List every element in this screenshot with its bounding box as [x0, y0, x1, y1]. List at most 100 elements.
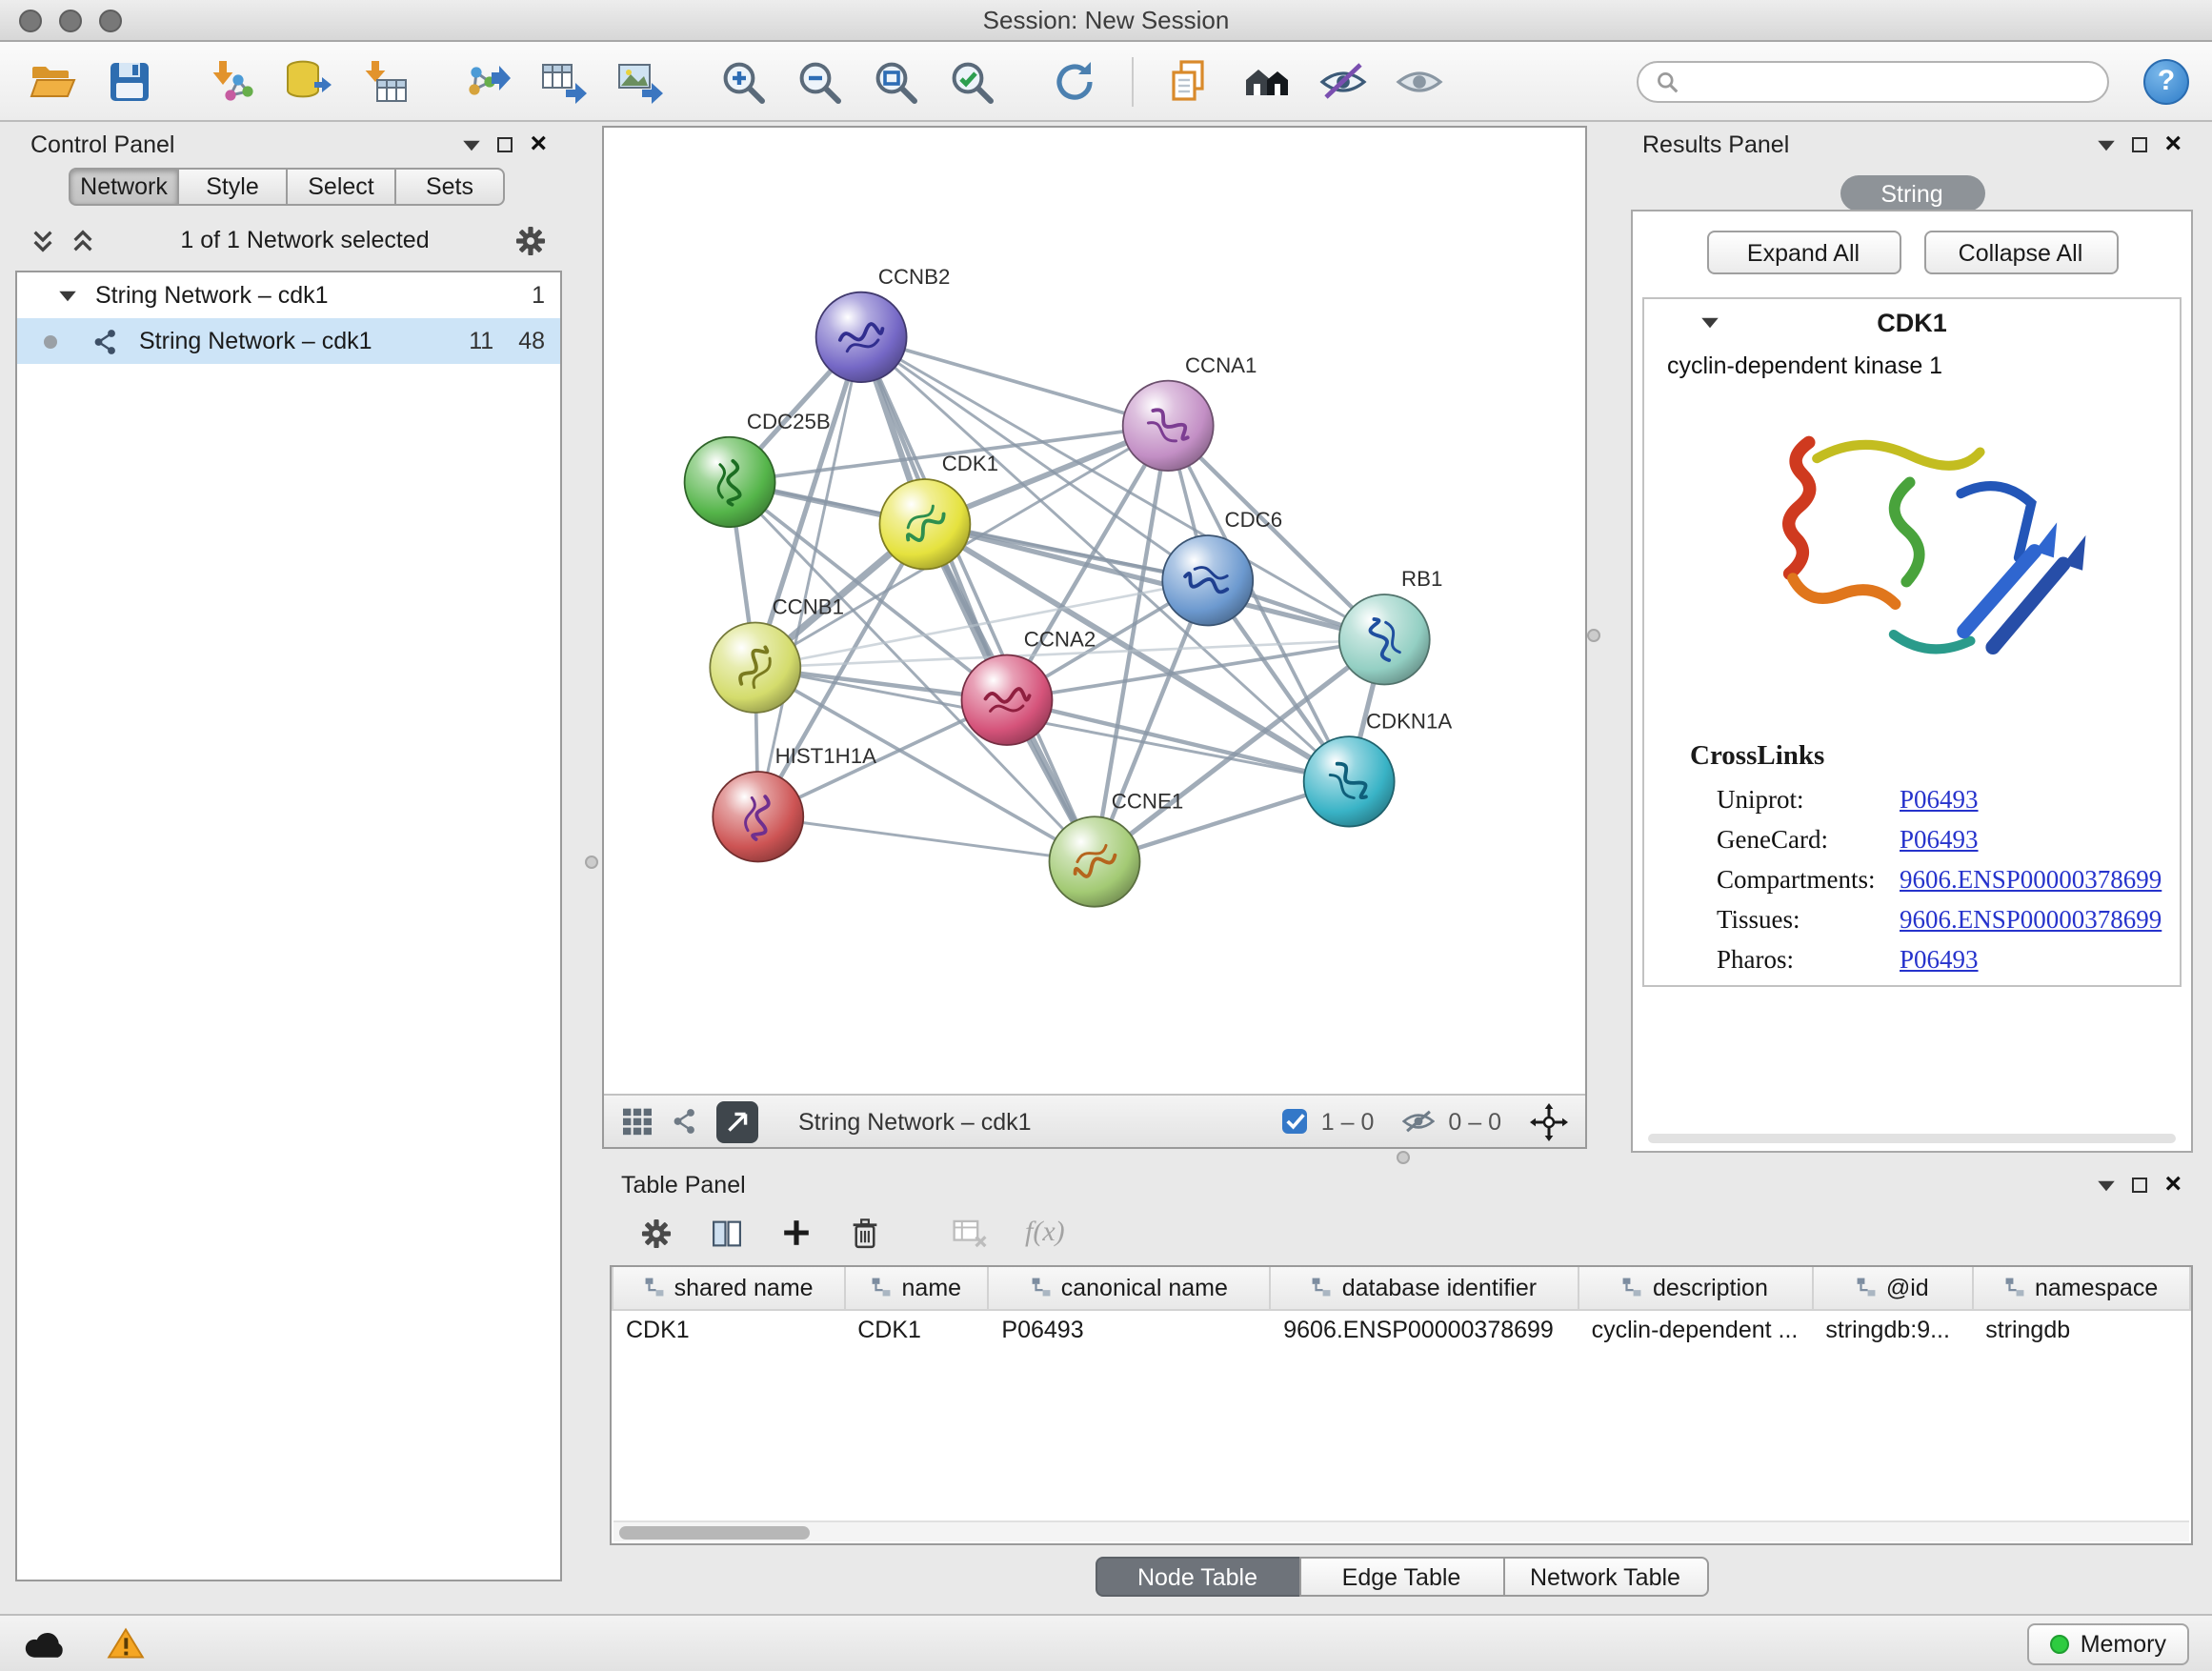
window-zoom-button[interactable]	[99, 10, 122, 32]
network-node[interactable]: CDKN1A	[1304, 709, 1453, 826]
table-cell[interactable]: 9606.ENSP00000378699	[1270, 1309, 1578, 1351]
export-network-button[interactable]	[457, 50, 518, 111]
crosslink-link[interactable]: P06493	[1900, 945, 1979, 976]
column-header[interactable]: @id	[1812, 1267, 1972, 1309]
import-network-file-button[interactable]	[202, 50, 263, 111]
column-header[interactable]: name	[844, 1267, 988, 1309]
tab-select[interactable]: Select	[286, 168, 394, 206]
show-columns-icon[interactable]	[711, 1217, 743, 1249]
help-button[interactable]: ?	[2143, 58, 2189, 104]
show-graphics-details-button[interactable]	[1389, 50, 1450, 111]
tab-node-table[interactable]: Node Table	[1095, 1557, 1300, 1597]
network-node[interactable]: CDK1	[879, 452, 998, 569]
add-column-icon[interactable]	[781, 1218, 812, 1248]
panel-menu-icon[interactable]	[463, 138, 480, 151]
zoom-fit-button[interactable]	[865, 50, 926, 111]
memory-button[interactable]: Memory	[2027, 1622, 2189, 1664]
table-cell[interactable]: cyclin-dependent ...	[1579, 1309, 1813, 1351]
crosslink-row: Uniprot: P06493	[1717, 785, 2180, 815]
window-close-button[interactable]	[19, 10, 42, 32]
home-button[interactable]	[1237, 50, 1297, 111]
network-node[interactable]: CCNA1	[1123, 353, 1257, 471]
open-session-button[interactable]	[23, 50, 84, 111]
network-glyph-icon[interactable]	[671, 1107, 699, 1136]
table-options-gear-icon[interactable]	[640, 1217, 673, 1249]
collapse-all-button[interactable]: Collapse All	[1923, 231, 2118, 274]
network-canvas[interactable]: CCNB2CCNA1CDC25BCDK1CDC6RB1CCNB1CCNA2CDK…	[604, 128, 1585, 1094]
disclosure-triangle-icon[interactable]	[1701, 316, 1719, 330]
cloud-icon[interactable]	[23, 1628, 69, 1659]
close-panel-icon[interactable]: ×	[530, 131, 547, 158]
network-node[interactable]: RB1	[1339, 567, 1443, 684]
scrollbar-thumb[interactable]	[619, 1526, 810, 1540]
crosslink-link[interactable]: P06493	[1900, 825, 1979, 856]
expand-all-button[interactable]: Expand All	[1706, 231, 1900, 274]
gene-section-header[interactable]: CDK1	[1644, 299, 2180, 345]
network-edge[interactable]	[758, 816, 1095, 861]
refresh-view-button[interactable]	[1044, 50, 1105, 111]
tab-style[interactable]: Style	[177, 168, 286, 206]
warning-icon[interactable]	[107, 1627, 145, 1660]
import-network-database-button[interactable]	[278, 50, 339, 111]
disclosure-triangle-icon[interactable]	[59, 289, 76, 302]
panel-menu-icon[interactable]	[2098, 1178, 2115, 1192]
network-collection-row[interactable]: String Network – cdk1 1	[17, 272, 560, 318]
column-header[interactable]: description	[1579, 1267, 1813, 1309]
tab-network[interactable]: Network	[69, 168, 177, 206]
crosslink-link[interactable]: 9606.ENSP00000378699	[1900, 905, 2162, 936]
table-horizontal-scrollbar[interactable]	[613, 1520, 2189, 1541]
results-scrollbar[interactable]	[1648, 1134, 2176, 1143]
network-node[interactable]: HIST1H1A	[713, 744, 876, 861]
node-label: CDK1	[942, 452, 998, 475]
expand-all-icon[interactable]	[70, 228, 95, 252]
collapse-all-icon[interactable]	[30, 228, 55, 252]
table-cell[interactable]: CDK1	[844, 1309, 988, 1351]
export-image-button[interactable]	[610, 50, 671, 111]
string-tab-badge[interactable]: String	[1840, 175, 1984, 211]
horizontal-splitter-handle[interactable]	[1397, 1151, 1410, 1164]
network-edge[interactable]	[861, 337, 1095, 862]
hide-annotations-button[interactable]	[1313, 50, 1374, 111]
close-panel-icon[interactable]: ×	[2164, 131, 2182, 158]
save-session-button[interactable]	[99, 50, 160, 111]
table-row[interactable]: CDK1CDK1P064939606.ENSP00000378699cyclin…	[613, 1309, 2190, 1351]
table-cell[interactable]: stringdb:9...	[1812, 1309, 1972, 1351]
export-view-button[interactable]	[716, 1100, 758, 1142]
float-panel-icon[interactable]	[2132, 1178, 2147, 1193]
column-header[interactable]: shared name	[613, 1267, 844, 1309]
export-table-button[interactable]	[533, 50, 594, 111]
network-edge[interactable]	[861, 337, 1168, 426]
zoom-out-button[interactable]	[789, 50, 850, 111]
close-panel-icon[interactable]: ×	[2164, 1172, 2182, 1198]
panel-menu-icon[interactable]	[2098, 138, 2115, 151]
tab-sets[interactable]: Sets	[394, 168, 505, 206]
table-cell[interactable]: CDK1	[613, 1309, 844, 1351]
delete-column-trash-icon[interactable]	[850, 1217, 880, 1249]
table-cell[interactable]: stringdb	[1972, 1309, 2190, 1351]
zoom-in-button[interactable]	[713, 50, 774, 111]
tab-edge-table[interactable]: Edge Table	[1298, 1557, 1504, 1597]
zoom-selected-button[interactable]	[941, 50, 1002, 111]
window-minimize-button[interactable]	[59, 10, 82, 32]
search-input[interactable]	[1690, 68, 2090, 94]
network-node[interactable]: CCNB2	[816, 265, 951, 382]
birds-eye-view-icon[interactable]	[621, 1107, 654, 1136]
network-options-gear-icon[interactable]	[514, 224, 547, 256]
import-table-file-button[interactable]	[354, 50, 415, 111]
selected-indicator-checkbox[interactable]	[1283, 1109, 1308, 1134]
crosslink-link[interactable]: P06493	[1900, 785, 1979, 815]
table-cell[interactable]: P06493	[988, 1309, 1270, 1351]
crosslink-link[interactable]: 9606.ENSP00000378699	[1900, 865, 2162, 896]
hidden-elements-icon[interactable]	[1402, 1109, 1435, 1134]
float-panel-icon[interactable]	[2132, 137, 2147, 152]
column-header[interactable]: canonical name	[988, 1267, 1270, 1309]
float-panel-icon[interactable]	[497, 137, 513, 152]
copy-button[interactable]	[1160, 50, 1221, 111]
column-header[interactable]: namespace	[1972, 1267, 2190, 1309]
pan-crosshair-icon[interactable]	[1530, 1102, 1568, 1140]
column-header[interactable]: database identifier	[1270, 1267, 1578, 1309]
tab-network-table[interactable]: Network Table	[1502, 1557, 1708, 1597]
vertical-splitter-handle[interactable]	[585, 856, 598, 869]
vertical-splitter-handle[interactable]	[1587, 629, 1600, 642]
network-row[interactable]: String Network – cdk1 11 48	[17, 318, 560, 364]
